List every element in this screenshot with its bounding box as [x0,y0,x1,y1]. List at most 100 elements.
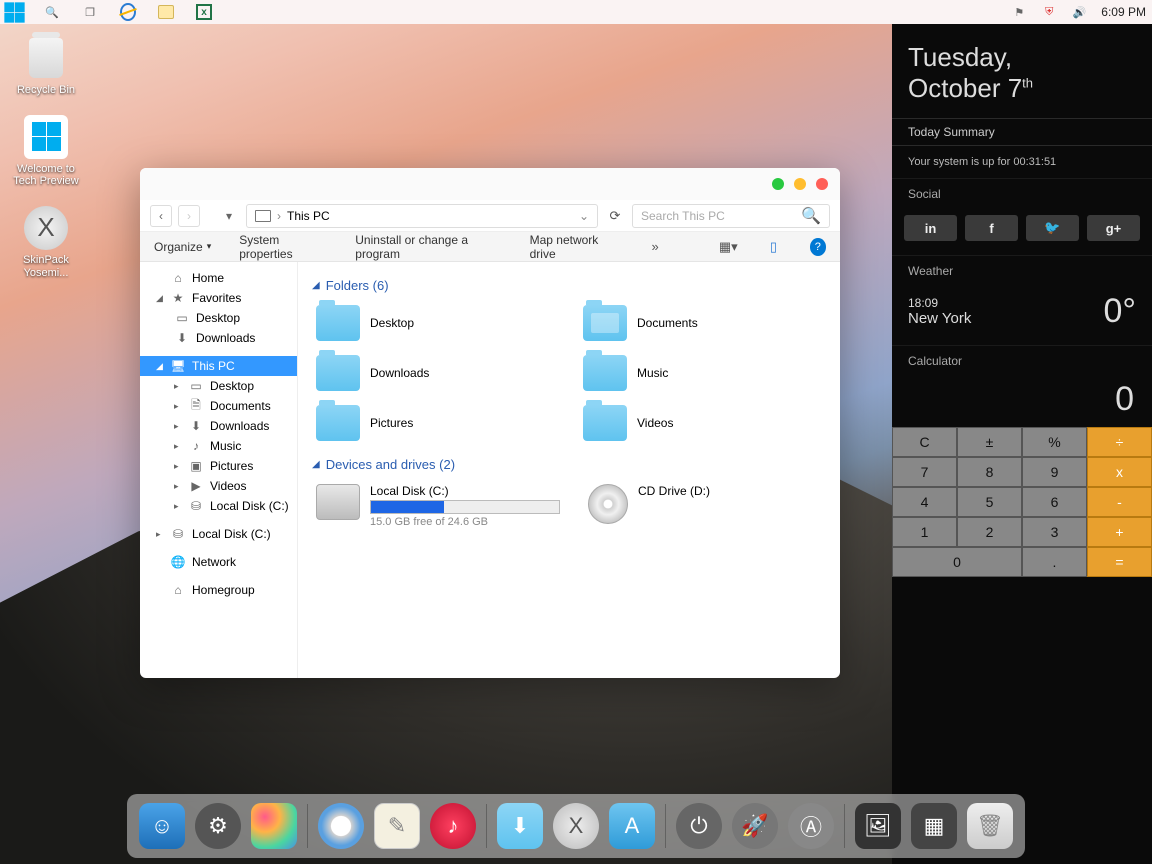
folder-desktop[interactable]: Desktop [312,301,559,345]
calc-divide[interactable]: ÷ [1087,427,1152,457]
folder-documents[interactable]: Documents [579,301,826,345]
calculator-header: Calculator [892,345,1152,376]
dock-safari[interactable]: ✶ [318,803,364,849]
dock-finder[interactable]: ☺ [139,803,185,849]
sidebar-item-pc-downloads[interactable]: ▸⬇Downloads [140,416,297,436]
calc-equals[interactable]: = [1087,547,1152,577]
ie-app-icon[interactable] [120,4,136,20]
weather-header: Weather [892,255,1152,286]
sidebar-item-home[interactable]: ⌂Home [140,268,297,288]
calc-minus[interactable]: - [1087,487,1152,517]
dock-photos[interactable]: 🖼 [855,803,901,849]
search-icon[interactable]: 🔍 [44,4,60,20]
social-facebook[interactable]: f [965,215,1018,241]
sidebar-item-favorites[interactable]: ◢★Favorites [140,288,297,308]
dock-mac-appstore[interactable]: A [609,803,655,849]
calc-percent[interactable]: % [1022,427,1087,457]
tray-flag-icon[interactable]: ⚑ [1011,4,1027,20]
sidebar-item-pc-pictures[interactable]: ▸▣Pictures [140,456,297,476]
sidebar-item-pc-documents[interactable]: ▸🗎Documents [140,396,297,416]
start-button[interactable] [6,4,22,20]
sidebar-item-pc-local-c[interactable]: ▸⛁Local Disk (C:) [140,496,297,516]
folder-downloads[interactable]: Downloads [312,351,559,395]
up-button[interactable]: ▾ [218,205,240,227]
calc-plusminus[interactable]: ± [957,427,1022,457]
calc-1[interactable]: 1 [892,517,957,547]
calc-3[interactable]: 3 [1022,517,1087,547]
calc-4[interactable]: 4 [892,487,957,517]
minimize-button[interactable] [794,178,806,190]
folder-music[interactable]: Music [579,351,826,395]
organize-menu[interactable]: Organize ▾ [154,240,211,254]
social-gplus[interactable]: g+ [1087,215,1140,241]
close-button[interactable] [816,178,828,190]
dock-launchpad[interactable]: 🚀 [732,803,778,849]
calc-5[interactable]: 5 [957,487,1022,517]
maximize-button[interactable] [772,178,784,190]
windows-logo-icon [24,115,68,159]
search-box[interactable]: 🔍 [632,204,830,228]
dock-appstore[interactable]: Ⓐ [788,803,834,849]
pc-icon [255,210,271,222]
uninstall-button[interactable]: Uninstall or change a program [355,233,501,261]
folder-pictures[interactable]: Pictures [312,401,559,445]
forward-button[interactable]: › [178,205,200,227]
desktop-icon-recycle-bin[interactable]: Recycle Bin [8,36,84,97]
calc-decimal[interactable]: . [1022,547,1087,577]
folders-section-header[interactable]: ◢Folders (6) [312,278,826,293]
tray-volume-icon[interactable]: 🔊 [1071,4,1087,20]
desktop-icon-skinpack[interactable]: X SkinPack Yosemi... [8,206,84,279]
sidebar-item-this-pc[interactable]: ◢🖥This PC [140,356,297,376]
tray-shield-icon[interactable]: ⛨ [1041,4,1057,20]
breadcrumb[interactable]: › This PC ⌄ [246,204,598,228]
desktop-icon-welcome-preview[interactable]: Welcome to Tech Preview [8,115,84,188]
drive-local-c[interactable]: Local Disk (C:) 15.0 GB free of 24.6 GB [312,480,564,532]
sidebar-item-pc-videos[interactable]: ▸▶Videos [140,476,297,496]
calc-multiply[interactable]: x [1087,457,1152,487]
sidebar-item-homegroup[interactable]: ⌂Homegroup [140,580,297,600]
dock-yosemite[interactable]: X [553,803,599,849]
dock-downloads[interactable]: ⬇ [497,803,543,849]
more-button[interactable]: » [647,238,663,256]
calc-2[interactable]: 2 [957,517,1022,547]
social-twitter[interactable]: 🐦 [1026,215,1079,241]
weather-widget[interactable]: 18:09 New York 0° [892,286,1152,345]
dock-itunes[interactable]: ♪ [430,803,476,849]
back-button[interactable]: ‹ [150,205,172,227]
sidebar-item-fav-downloads[interactable]: ⬇Downloads [140,328,297,348]
explorer-app-icon[interactable] [158,4,174,20]
search-input[interactable] [641,209,801,223]
dock-settings[interactable]: ⚙ [195,803,241,849]
calc-8[interactable]: 8 [957,457,1022,487]
refresh-button[interactable]: ⟳ [604,205,626,227]
dock-trash[interactable]: 🗑 [967,803,1013,849]
dock-mission-control[interactable]: ▦ [911,803,957,849]
excel-app-icon[interactable]: x [196,4,212,20]
calc-0[interactable]: 0 [892,547,1022,577]
preview-pane-button[interactable]: ▯ [765,238,781,256]
map-network-button[interactable]: Map network drive [530,233,619,261]
dock-notes[interactable]: ✎ [374,803,420,849]
help-button[interactable]: ? [810,238,826,256]
calc-7[interactable]: 7 [892,457,957,487]
view-options-button[interactable]: ▦▾ [719,238,737,256]
sidebar-item-network[interactable]: 🌐Network [140,552,297,572]
dock-power[interactable]: ⏻ [676,803,722,849]
sidebar-item-fav-desktop[interactable]: ▭Desktop [140,308,297,328]
drive-cd-d[interactable]: CD Drive (D:) [584,480,826,532]
social-linkedin[interactable]: in [904,215,957,241]
calc-6[interactable]: 6 [1022,487,1087,517]
clock[interactable]: 6:09 PM [1101,5,1146,19]
calc-clear[interactable]: C [892,427,957,457]
calc-plus[interactable]: + [1087,517,1152,547]
folder-videos[interactable]: Videos [579,401,826,445]
system-properties-button[interactable]: System properties [239,233,327,261]
sidebar-item-local-c[interactable]: ▸⛁Local Disk (C:) [140,524,297,544]
sidebar-item-pc-music[interactable]: ▸♪Music [140,436,297,456]
sidebar-item-pc-desktop[interactable]: ▸▭Desktop [140,376,297,396]
dock-game-center[interactable] [251,803,297,849]
drives-section-header[interactable]: ◢Devices and drives (2) [312,457,826,472]
task-view-icon[interactable]: ❐ [82,4,98,20]
calc-9[interactable]: 9 [1022,457,1087,487]
folder-icon [583,405,627,441]
